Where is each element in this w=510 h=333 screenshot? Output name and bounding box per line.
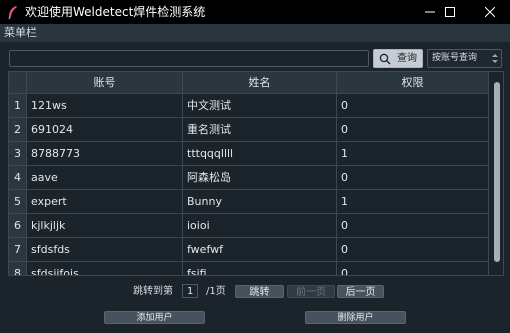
cell-account[interactable]: 121ws: [27, 94, 183, 118]
delete-user-button[interactable]: 删除用户: [305, 311, 406, 324]
table-row[interactable]: 6 kjlkjljk ioioi 0: [9, 214, 489, 238]
cell-name[interactable]: fsjfi: [183, 262, 337, 275]
row-number: 7: [9, 238, 27, 262]
cell-permission[interactable]: 1: [337, 190, 489, 214]
page-number-input[interactable]: 1: [182, 284, 198, 298]
cell-permission[interactable]: 0: [337, 118, 489, 142]
cell-permission[interactable]: 0: [337, 166, 489, 190]
cell-name[interactable]: Bunny: [183, 190, 337, 214]
menu-item-menubar[interactable]: 菜单栏: [4, 26, 37, 40]
query-button[interactable]: 查询: [373, 49, 423, 68]
table-row[interactable]: 8 sfdsjifojs fsjfi 0: [9, 262, 489, 275]
row-number: 1: [9, 94, 27, 118]
total-pages-label: /1页: [206, 286, 226, 297]
cell-account[interactable]: sfdsjifojs: [27, 262, 183, 275]
prev-page-button[interactable]: 前一页: [287, 285, 335, 298]
scrollbar-thumb[interactable]: [494, 82, 500, 262]
cell-account[interactable]: expert: [27, 190, 183, 214]
search-mode-select[interactable]: 按账号查询: [427, 49, 502, 68]
close-button[interactable]: [470, 0, 510, 24]
table-corner: [9, 72, 27, 94]
column-header-name[interactable]: 姓名: [183, 72, 337, 94]
maximize-icon: [445, 7, 455, 17]
cell-account[interactable]: sfdsfds: [27, 238, 183, 262]
add-user-button[interactable]: 添加用户: [104, 311, 205, 324]
user-table: 账号 姓名 权限 1 121ws 中文测试 0 2 691024 重名测试 0 …: [8, 71, 504, 276]
table-row[interactable]: 4 aave 阿森松岛 0: [9, 166, 489, 190]
row-number: 2: [9, 118, 27, 142]
query-button-label: 查询: [397, 53, 417, 64]
jump-to-label: 跳转到第: [133, 286, 173, 297]
cell-account[interactable]: 8788773: [27, 142, 183, 166]
maximize-button[interactable]: [430, 0, 470, 24]
search-mode-value: 按账号查询: [432, 53, 478, 63]
cell-permission[interactable]: 0: [337, 262, 489, 275]
row-number: 3: [9, 142, 27, 166]
cell-account[interactable]: kjlkjljk: [27, 214, 183, 238]
row-number: 5: [9, 190, 27, 214]
app-feather-icon: [8, 6, 17, 19]
next-page-button[interactable]: 后一页: [337, 285, 384, 298]
cell-name[interactable]: ioioi: [183, 214, 337, 238]
title-bar: 欢迎使用Weldetect焊件检测系统: [0, 0, 510, 24]
cell-account[interactable]: 691024: [27, 118, 183, 142]
table-row[interactable]: 5 expert Bunny 1: [9, 190, 489, 214]
table-row[interactable]: 2 691024 重名测试 0: [9, 118, 489, 142]
row-number: 8: [9, 262, 27, 275]
row-number: 4: [9, 166, 27, 190]
table-row[interactable]: 1 121ws 中文测试 0: [9, 94, 489, 118]
cell-name[interactable]: tttqqqllll: [183, 142, 337, 166]
cell-permission[interactable]: 0: [337, 94, 489, 118]
cell-account[interactable]: aave: [27, 166, 183, 190]
cell-name[interactable]: 阿森松岛: [183, 166, 337, 190]
vertical-scrollbar[interactable]: [491, 72, 503, 275]
jump-button[interactable]: 跳转: [235, 285, 284, 298]
table-row[interactable]: 7 sfdsfds fwefwf 0: [9, 238, 489, 262]
table-row[interactable]: 3 8788773 tttqqqllll 1: [9, 142, 489, 166]
window-title: 欢迎使用Weldetect焊件检测系统: [25, 5, 206, 19]
search-icon: [379, 53, 391, 65]
cell-permission[interactable]: 0: [337, 214, 489, 238]
column-header-account[interactable]: 账号: [27, 72, 183, 94]
row-number: 6: [9, 214, 27, 238]
cell-name[interactable]: fwefwf: [183, 238, 337, 262]
spinner-arrows-icon: [492, 54, 498, 63]
close-icon: [485, 7, 495, 17]
cell-permission[interactable]: 0: [337, 238, 489, 262]
menu-bar: 菜单栏: [0, 24, 510, 42]
cell-permission[interactable]: 1: [337, 142, 489, 166]
cell-name[interactable]: 中文测试: [183, 94, 337, 118]
column-header-permission[interactable]: 权限: [337, 72, 489, 94]
cell-name[interactable]: 重名测试: [183, 118, 337, 142]
search-input[interactable]: [9, 50, 369, 67]
